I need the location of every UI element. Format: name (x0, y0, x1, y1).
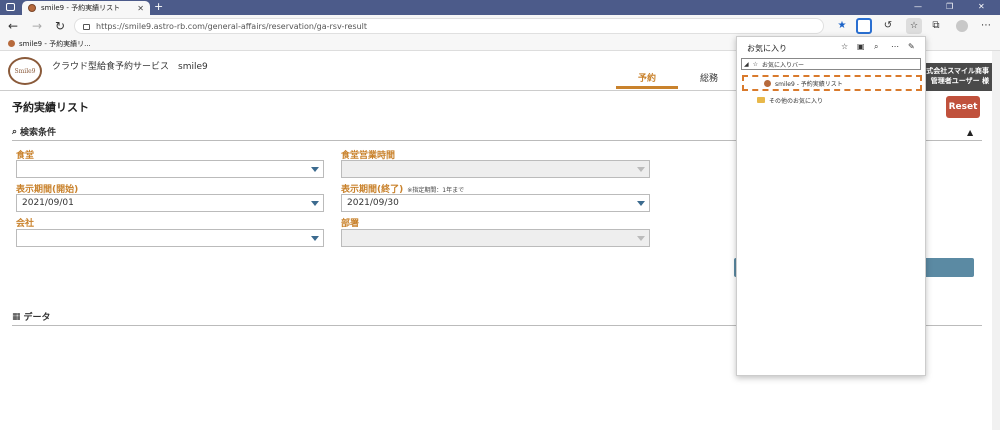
table-icon: ▦ (12, 311, 21, 322)
reset-button[interactable]: Reset (946, 96, 980, 118)
tab-close-icon[interactable]: ✕ (137, 4, 144, 13)
dropdown-arrow-icon (311, 201, 319, 206)
start-date-select[interactable]: 2021/09/01 (16, 194, 324, 212)
search-icon: ⌕ (12, 126, 18, 137)
address-toolbar: ← → ↻ https://smile9.astro-rb.com/genera… (0, 15, 1000, 37)
tab-title: smile9 - 予約実績リスト (41, 4, 121, 12)
more-menu-icon[interactable]: ⋯ (980, 20, 992, 32)
hours-select[interactable] (341, 160, 650, 178)
star-outline-icon: ☆ (752, 60, 759, 68)
profile-avatar[interactable] (956, 20, 968, 32)
other-favorites-label: その他のお気に入り (769, 97, 824, 105)
favorites-bar-folder-label: お気に入りバー (762, 61, 805, 69)
pin-icon[interactable]: ✎ (908, 42, 915, 51)
favorites-bar-folder[interactable]: ◢ ☆ お気に入りバー (741, 58, 921, 70)
lock-icon (83, 24, 90, 30)
minimize-icon[interactable]: — (914, 2, 922, 11)
url-text: https://smile9.astro-rb.com/general-affa… (96, 21, 367, 31)
dropdown-arrow-icon (637, 236, 645, 241)
page-scrollbar[interactable] (992, 51, 1000, 430)
forward-button[interactable]: → (32, 19, 42, 33)
favorites-panel-title: お気に入り (747, 44, 787, 53)
dropdown-arrow-icon (637, 201, 645, 206)
folder-icon (757, 97, 765, 103)
nav-reservation[interactable]: 予約 (616, 71, 678, 89)
data-section-label: データ (23, 313, 51, 323)
favorites-panel: お気に入り ☆ ▣ ⌕ ⋯ ✎ ◢ ☆ お気に入りバー smile9 - 予約実… (736, 36, 926, 376)
user-info[interactable]: 式会社スマイル商事 管理者ユーザー 様 (924, 63, 992, 91)
dropdown-arrow-icon (311, 236, 319, 241)
user-company: 式会社スマイル商事 (926, 67, 989, 75)
favorites-icon[interactable]: ☆ (906, 18, 922, 34)
end-date-note: ※指定期間：1年まで (407, 187, 465, 194)
window-close-icon[interactable]: ✕ (978, 2, 985, 11)
end-date-select[interactable]: 2021/09/30 (341, 194, 650, 212)
department-select[interactable] (341, 229, 650, 247)
favorite-star-icon[interactable]: ★ (836, 20, 848, 32)
company-label: 会社 (16, 219, 35, 229)
app-logo[interactable]: Smile9 (8, 57, 42, 85)
favorite-item[interactable]: smile9 - 予約実績リスト (742, 75, 922, 91)
nav-general-affairs[interactable]: 総務 (678, 71, 740, 89)
favorite-item-label: smile9 - 予約実績リスト (775, 80, 843, 88)
reload-button[interactable]: ↻ (55, 19, 65, 33)
search-favorites-icon[interactable]: ⌕ (874, 42, 878, 52)
add-folder-icon[interactable]: ▣ (857, 42, 865, 51)
other-favorites-folder[interactable]: その他のお気に入り (741, 94, 921, 106)
start-date-value: 2021/09/01 (22, 198, 74, 208)
department-label: 部署 (341, 219, 360, 229)
back-button[interactable]: ← (8, 19, 18, 33)
screen-capture-icon[interactable] (856, 18, 872, 34)
collapse-icon[interactable]: ▲ (967, 128, 973, 137)
dropdown-arrow-icon (311, 167, 319, 172)
dropdown-arrow-icon (637, 167, 645, 172)
cafeteria-select[interactable] (16, 160, 324, 178)
url-bar[interactable]: https://smile9.astro-rb.com/general-affa… (74, 18, 824, 34)
company-select[interactable] (16, 229, 324, 247)
more-options-icon[interactable]: ⋯ (891, 42, 899, 51)
browser-tab[interactable]: smile9 - 予約実績リスト ✕ (22, 1, 150, 15)
favorites-bar-item[interactable]: smile9 - 予約実績リ... (19, 39, 91, 49)
add-favorite-icon[interactable]: ☆ (841, 42, 848, 51)
collections-icon[interactable]: ⧉ (930, 20, 942, 32)
expand-triangle-icon[interactable]: ◢ (744, 61, 749, 68)
end-date-value: 2021/09/30 (347, 198, 399, 208)
new-tab-button[interactable]: + (154, 0, 163, 14)
tab-favicon-icon (28, 4, 36, 12)
maximize-icon[interactable]: ❐ (946, 2, 953, 11)
browser-titlebar: smile9 - 予約実績リスト ✕ + — ❐ ✕ (0, 0, 1000, 15)
page-title: 予約実績リスト (12, 101, 89, 114)
app-title: クラウド型給食予約サービス smile9 (52, 62, 208, 72)
user-name: 管理者ユーザー 様 (930, 77, 989, 85)
favorite-item-favicon-icon (764, 79, 771, 87)
search-conditions-label: 検索条件 (20, 128, 57, 138)
tab-actions-icon[interactable] (6, 3, 15, 11)
favorite-favicon-icon (8, 40, 15, 47)
extension-icon[interactable]: ↺ (882, 20, 894, 32)
